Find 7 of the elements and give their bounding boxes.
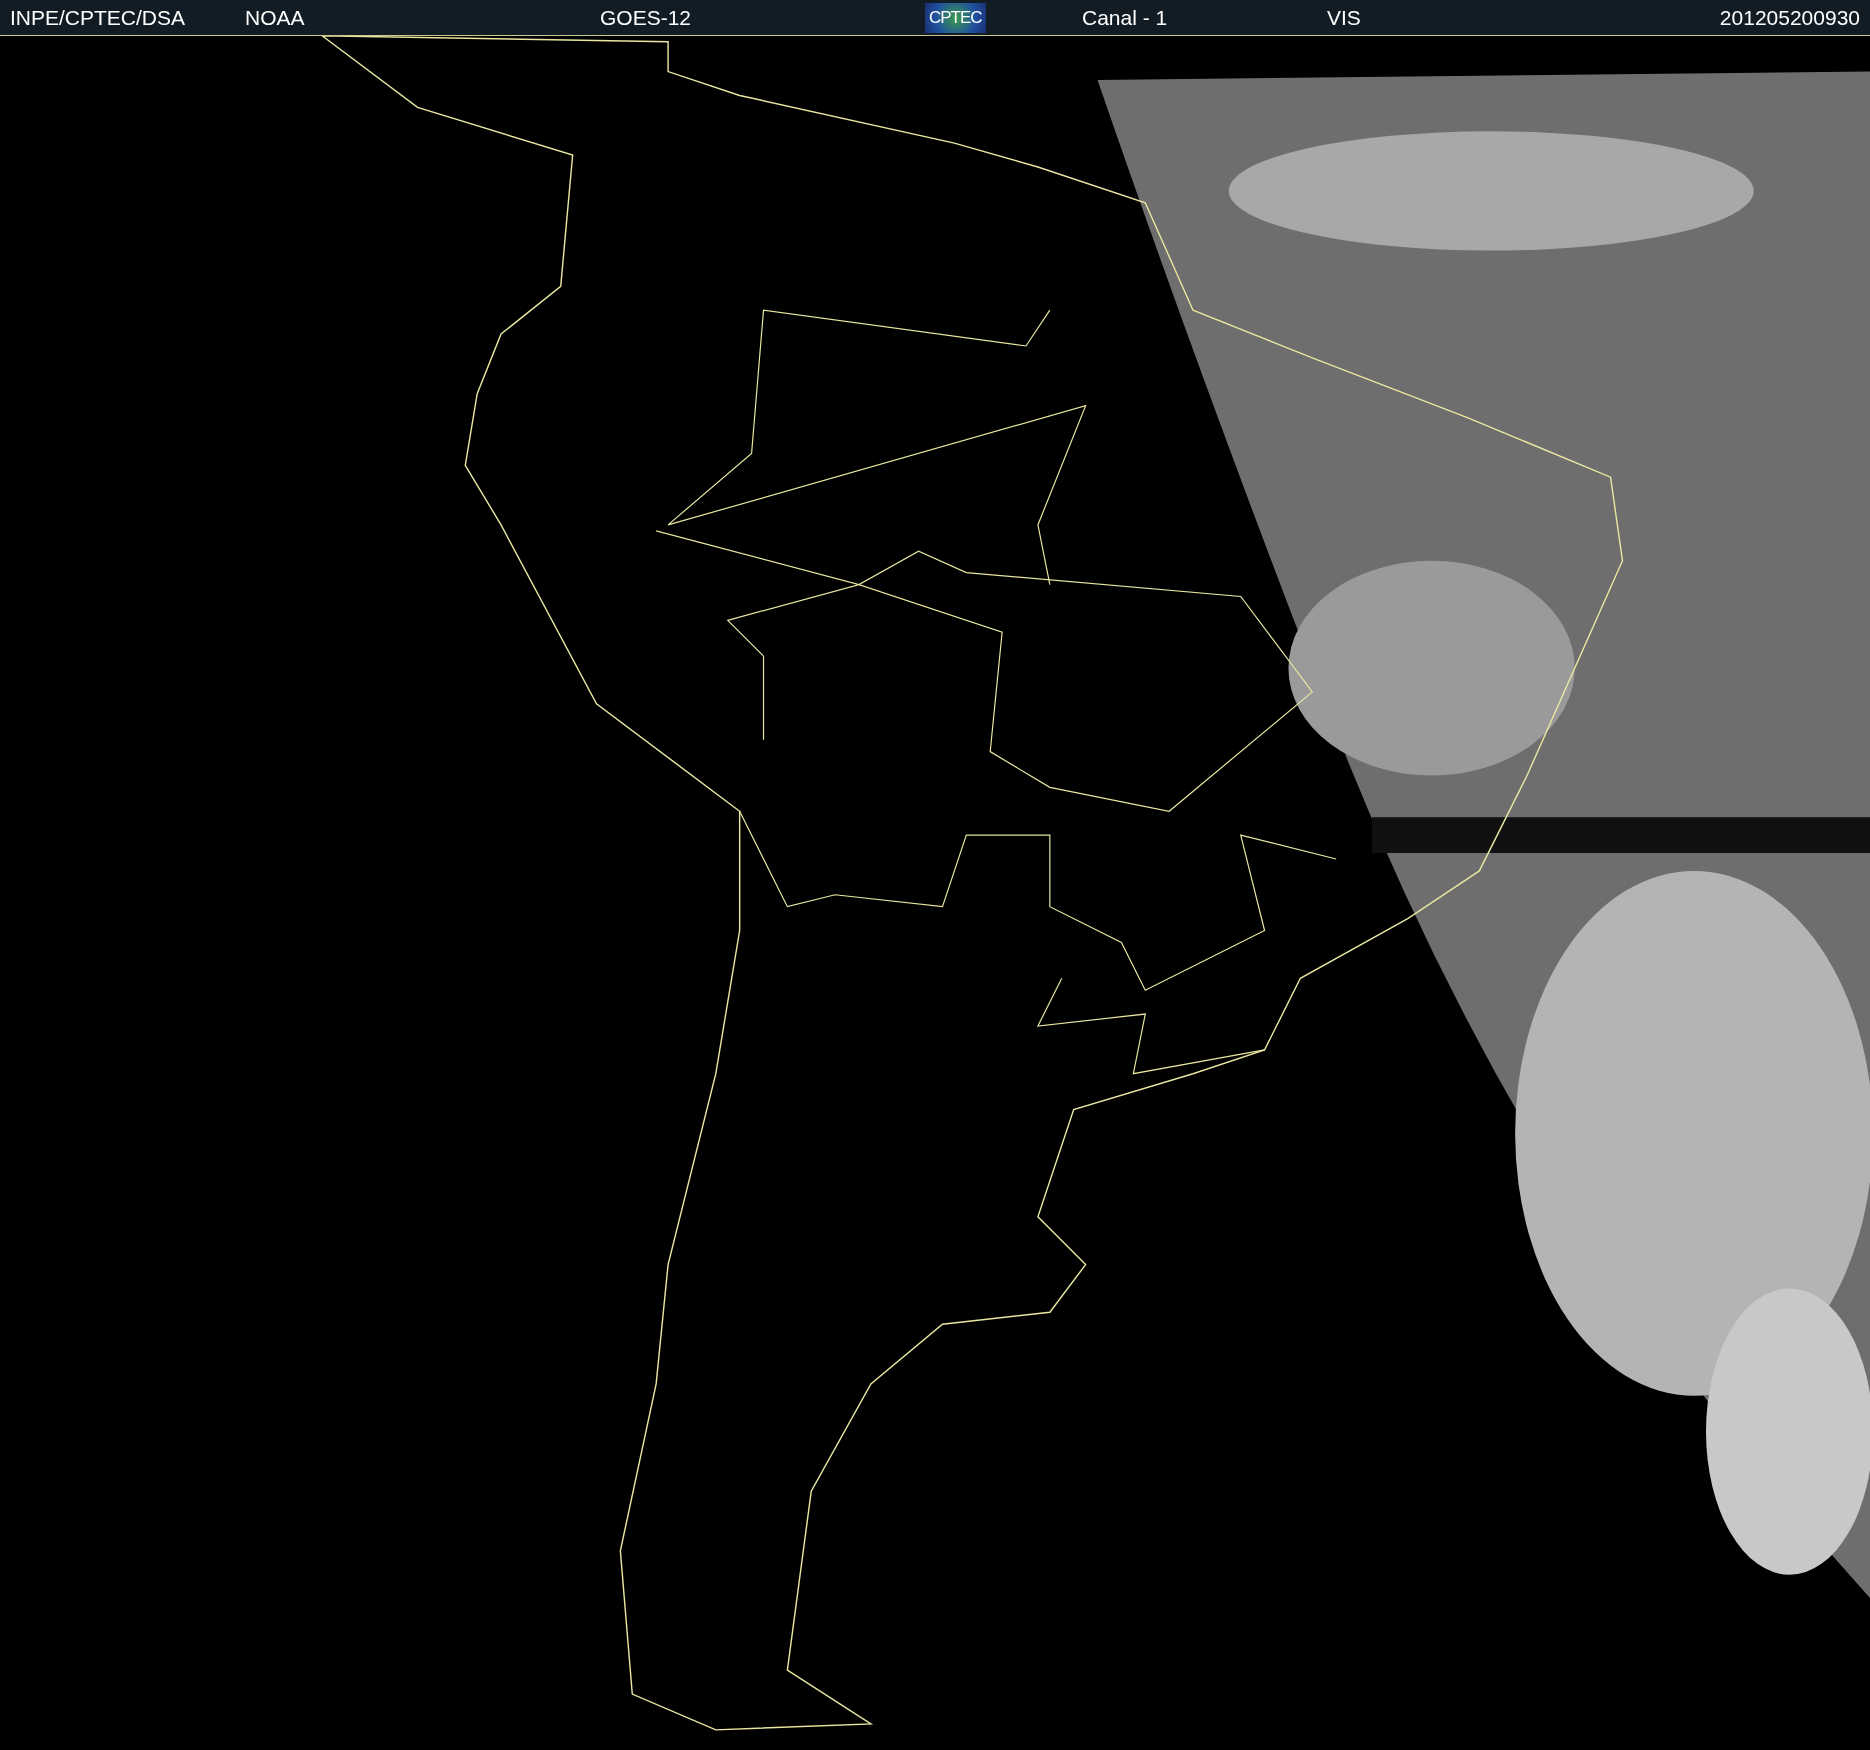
header-label: VIS bbox=[1327, 5, 1361, 30]
logo: CPTEC bbox=[925, 2, 986, 33]
header-label: 201205200930 bbox=[1719, 5, 1860, 30]
header-label: INPE/CPTEC/DSA bbox=[10, 5, 186, 30]
header-label: NOAA bbox=[245, 5, 305, 30]
header-label: Canal - 1 bbox=[1082, 5, 1168, 30]
header-label: GOES-12 bbox=[600, 5, 692, 30]
